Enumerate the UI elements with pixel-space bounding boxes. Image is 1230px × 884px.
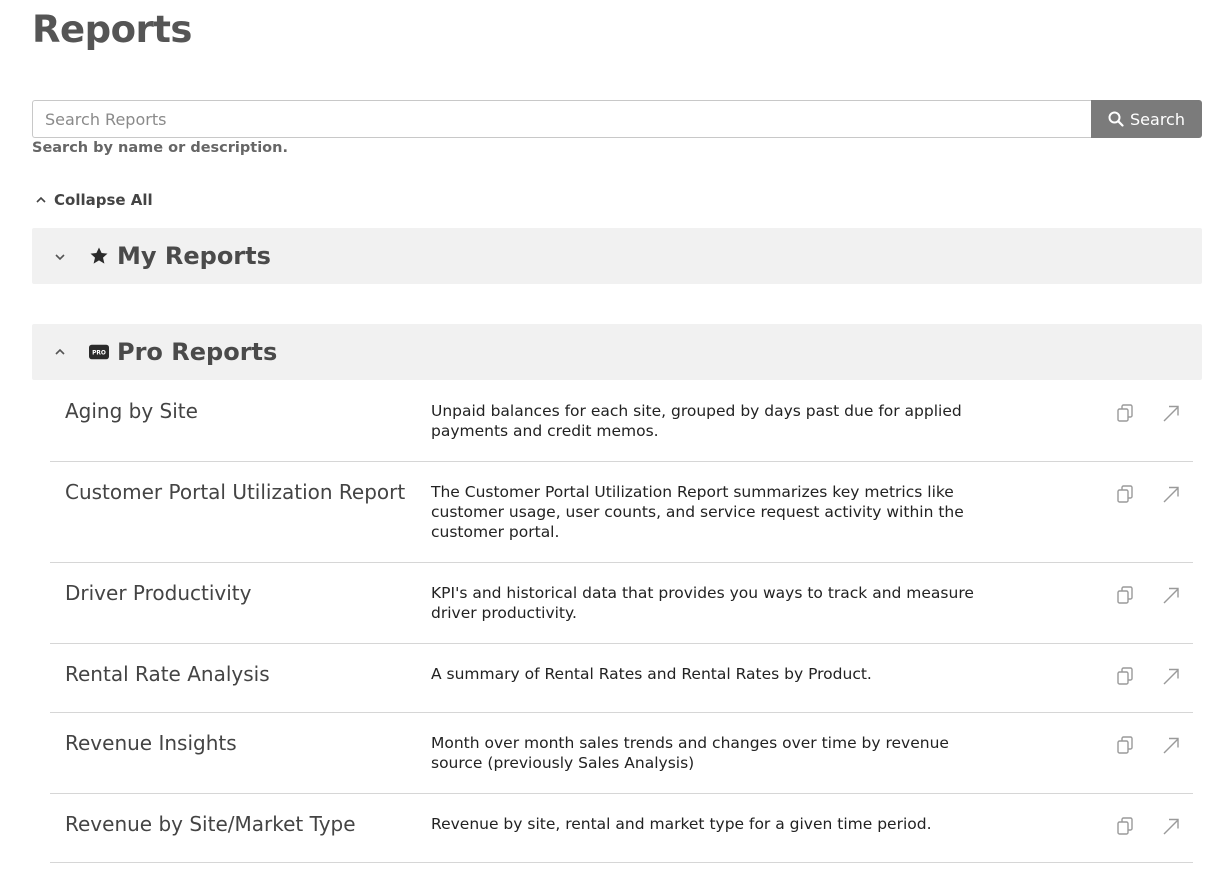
copy-icon[interactable] [1115,735,1135,759]
report-name[interactable]: Driver Productivity [50,563,431,643]
copy-icon[interactable] [1115,585,1135,609]
report-name[interactable]: Revenue by Site/Market Type [50,794,431,862]
collapse-all-toggle[interactable]: Collapse All [34,191,153,209]
open-external-icon[interactable] [1161,403,1181,427]
row-actions [1115,585,1181,609]
open-external-icon[interactable] [1161,484,1181,508]
report-description: Unpaid balances for each site, grouped b… [431,402,962,440]
search-input[interactable] [32,100,1091,138]
row-actions [1115,666,1181,690]
copy-icon[interactable] [1115,816,1135,840]
report-name[interactable]: Customer Portal Utilization Report [50,462,431,562]
report-row[interactable]: Revenue by Site/Market Type Revenue by s… [50,794,1193,863]
search-icon [1108,111,1124,127]
star-icon [89,246,109,266]
chevron-down-icon [55,254,65,261]
copy-icon[interactable] [1115,484,1135,508]
open-external-icon[interactable] [1161,735,1181,759]
search-hint: Search by name or description. [32,140,288,156]
page-title: Reports [32,8,192,51]
report-row[interactable]: Customer Portal Utilization Report The C… [50,462,1193,563]
search-bar: Search [32,100,1202,138]
report-name[interactable]: Aging by Site [50,381,431,461]
search-button-label: Search [1130,109,1185,129]
report-description: A summary of Rental Rates and Rental Rat… [431,665,872,683]
report-row[interactable]: Rental Rate Analysis A summary of Rental… [50,644,1193,713]
row-actions [1115,403,1181,427]
row-actions [1115,484,1181,508]
pro-badge-icon: PRO [89,342,109,362]
report-description: The Customer Portal Utilization Report s… [431,483,964,541]
chevron-up-icon [36,196,46,203]
report-row[interactable]: Revenue Insights Month over month sales … [50,713,1193,794]
copy-icon[interactable] [1115,666,1135,690]
report-name[interactable]: Rental Rate Analysis [50,644,431,712]
row-actions [1115,816,1181,840]
svg-text:PRO: PRO [92,351,106,357]
report-name[interactable]: Revenue Insights [50,713,431,793]
row-actions [1115,735,1181,759]
open-external-icon[interactable] [1161,666,1181,690]
pro-reports-list: Aging by Site Unpaid balances for each s… [50,381,1193,863]
collapse-all-label: Collapse All [54,191,153,209]
chevron-up-icon [55,348,65,355]
report-row[interactable]: Aging by Site Unpaid balances for each s… [50,381,1193,462]
copy-icon[interactable] [1115,403,1135,427]
section-title-pro-reports: Pro Reports [117,338,278,366]
open-external-icon[interactable] [1161,585,1181,609]
section-my-reports[interactable]: My Reports [32,228,1202,284]
search-button[interactable]: Search [1091,100,1202,138]
report-description: KPI's and historical data that provides … [431,584,974,622]
section-pro-reports[interactable]: PRO Pro Reports [32,324,1202,380]
open-external-icon[interactable] [1161,816,1181,840]
report-description: Revenue by site, rental and market type … [431,815,932,833]
report-description: Month over month sales trends and change… [431,734,949,772]
report-row[interactable]: Driver Productivity KPI's and historical… [50,563,1193,644]
section-title-my-reports: My Reports [117,242,271,270]
